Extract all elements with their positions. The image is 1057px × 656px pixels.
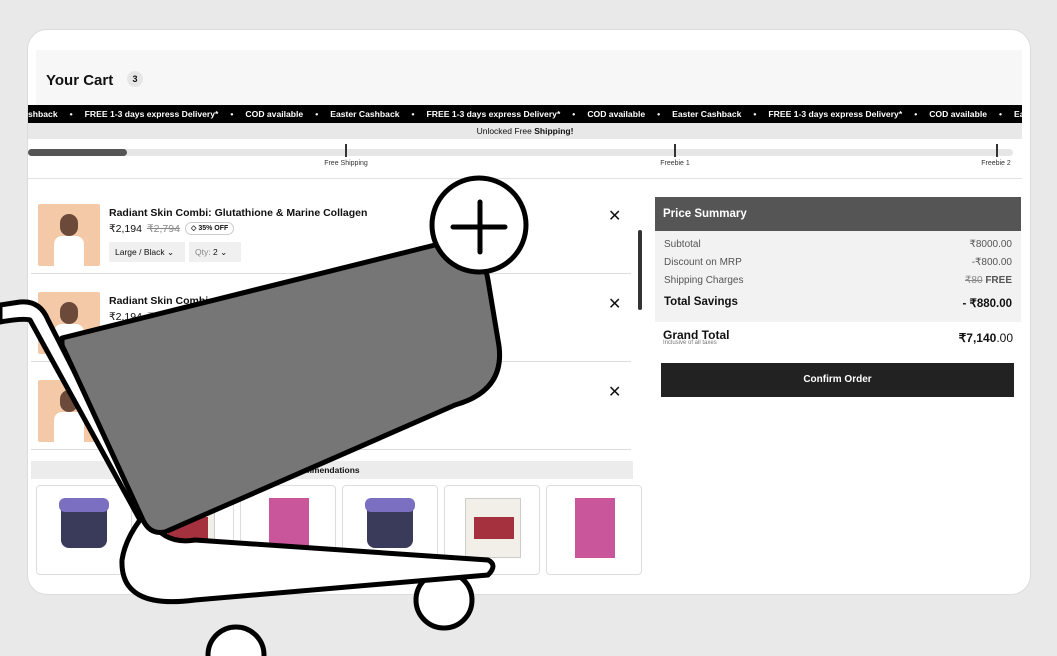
subtotal-label: Subtotal <box>664 239 701 250</box>
ticker-item: • <box>315 109 319 119</box>
progress-track <box>28 149 1013 156</box>
shipping-value: ₹80 FREE <box>965 275 1012 286</box>
cart-item: ✕ <box>31 362 631 450</box>
cart-window: Your Cart 3 shback • FREE 1-3 days express… <box>27 29 1031 595</box>
progress-fill <box>28 149 127 156</box>
ticker-item: FREE 1-3 days express Delivery* <box>84 109 219 119</box>
unlock-prefix: Unlocked Free <box>476 126 532 136</box>
discount-value: -₹800.00 <box>971 257 1012 268</box>
discount-badge: ◇ 35% OFF <box>185 222 235 235</box>
product-price: ₹2,194 <box>109 311 142 323</box>
milestone-label-free-shipping: Free Shipping <box>324 160 368 167</box>
qty-value: 2 <box>212 247 218 257</box>
product-mrp: ₹2,794 <box>147 223 180 235</box>
product-image[interactable] <box>38 380 100 442</box>
price-summary: Price Summary Subtotal ₹8000.00 Discount … <box>655 197 1021 322</box>
milestone-tick-freebie-1 <box>674 144 676 157</box>
shipping-row: Shipping Charges ₹80 FREE <box>664 275 1012 286</box>
quantity-select[interactable]: Qty: 2 ⌄ <box>189 242 241 262</box>
close-icon: ✕ <box>608 384 622 401</box>
cart-header: Your Cart 3 <box>36 50 1022 108</box>
savings-value: - ₹880.00 <box>962 298 1012 310</box>
shipping-free: FREE <box>985 275 1012 286</box>
remove-item-button[interactable]: ✕ <box>608 209 621 225</box>
price-summary-title: Price Summary <box>655 197 1021 231</box>
recommendation-card[interactable] <box>138 485 234 575</box>
confirm-order-button[interactable]: Confirm Order <box>661 363 1014 397</box>
chevron-down-icon: ⌄ <box>167 247 175 257</box>
cart-item: Radiant Skin Combi: Glut ₹2,194 ₹2,79 ✕ <box>31 274 631 362</box>
remove-item-button[interactable]: ✕ <box>608 385 621 401</box>
savings-row: Total Savings - ₹880.00 <box>664 296 1012 310</box>
scrollbar[interactable] <box>638 230 642 310</box>
ticker-item: • <box>914 109 918 119</box>
discount-label: Discount on MRP <box>664 257 742 268</box>
product-name[interactable]: Radiant Skin Combi: Glutathione & Marine… <box>109 207 367 219</box>
ticker-item: • <box>999 109 1003 119</box>
screen: Your Cart 3 shback • FREE 1-3 days express… <box>0 0 1057 656</box>
ticker-item: • <box>69 109 73 119</box>
milestone-label-freebie-1: Freebie 1 <box>660 160 690 167</box>
product-price: ₹2,194 <box>109 223 142 235</box>
ticker-item: • <box>657 109 661 119</box>
grand-total: Grand Total Inclusive of all taxes ₹7,14… <box>663 328 1013 346</box>
close-icon: ✕ <box>608 208 622 225</box>
close-icon: ✕ <box>608 296 622 313</box>
recommendations-header: mmendations <box>31 461 633 479</box>
milestone-label-freebie-2: Freebie 2 <box>981 160 1011 167</box>
product-mrp: ₹2,79 <box>147 311 175 323</box>
ticker-item: • <box>572 109 576 119</box>
recommendation-card[interactable] <box>444 485 540 575</box>
milestone-tick-freebie-2 <box>996 144 998 157</box>
discount-row: Discount on MRP -₹800.00 <box>664 257 1012 268</box>
unlock-bold: Shipping! <box>534 126 574 136</box>
product-image[interactable] <box>38 204 100 266</box>
shipping-old: ₹80 <box>965 275 983 286</box>
grand-dec: .00 <box>996 331 1013 345</box>
variant-value: Large / Black <box>115 247 165 257</box>
ticker-item: COD available <box>929 109 987 119</box>
savings-label: Total Savings <box>664 296 738 308</box>
product-name[interactable]: Radiant Skin Combi: Glut <box>109 295 236 307</box>
subtotal-row: Subtotal ₹8000.00 <box>664 239 1012 250</box>
ticker-item: COD available <box>245 109 304 119</box>
ticker-item: • <box>411 109 415 119</box>
ticker-item: Easter Cashback <box>330 109 400 119</box>
shipping-unlock-banner: Unlocked Free Shipping! <box>28 123 1022 139</box>
product-image[interactable] <box>38 292 100 354</box>
ticker-item: Easter Cashback <box>672 109 742 119</box>
recommendations-row <box>36 485 642 575</box>
ticker-item: shback <box>28 109 58 119</box>
ticker-item: • <box>753 109 757 119</box>
qty-label: Qty: <box>195 247 211 257</box>
cart-title: Your Cart <box>46 72 114 89</box>
subtotal-value: ₹8000.00 <box>969 239 1012 250</box>
shipping-label: Shipping Charges <box>664 275 744 286</box>
variant-select[interactable]: Large / Black ⌄ <box>109 242 185 262</box>
cart-count-badge: 3 <box>127 71 143 87</box>
grand-main: ₹7,140 <box>958 331 997 345</box>
section-divider <box>28 178 1022 179</box>
ticker-item: FREE 1-3 days express Delivery* <box>426 109 561 119</box>
milestone-tick-free-shipping <box>345 144 347 157</box>
ticker-item: COD available <box>587 109 646 119</box>
ticker-item: Easter Cashback <box>1014 109 1022 119</box>
rewards-progress: Free Shipping Freebie 1 Freebie 2 <box>28 139 1022 179</box>
ticker-item: FREE 1-3 days express Delivery* <box>768 109 903 119</box>
grand-total-value: ₹7,140.00 <box>959 331 1013 345</box>
recommendation-card[interactable] <box>546 485 642 575</box>
cart-item: Radiant Skin Combi: Glutathione & Marine… <box>31 186 631 274</box>
promo-ticker: shback • FREE 1-3 days express Delivery* • C… <box>28 105 1022 123</box>
discount-text: 35% OFF <box>198 225 229 232</box>
recommendation-card[interactable] <box>36 485 132 575</box>
remove-item-button[interactable]: ✕ <box>608 297 621 313</box>
recommendation-card[interactable] <box>240 485 336 575</box>
recommendation-card[interactable] <box>342 485 438 575</box>
ticker-item: • <box>230 109 234 119</box>
chevron-down-icon: ⌄ <box>220 247 228 257</box>
